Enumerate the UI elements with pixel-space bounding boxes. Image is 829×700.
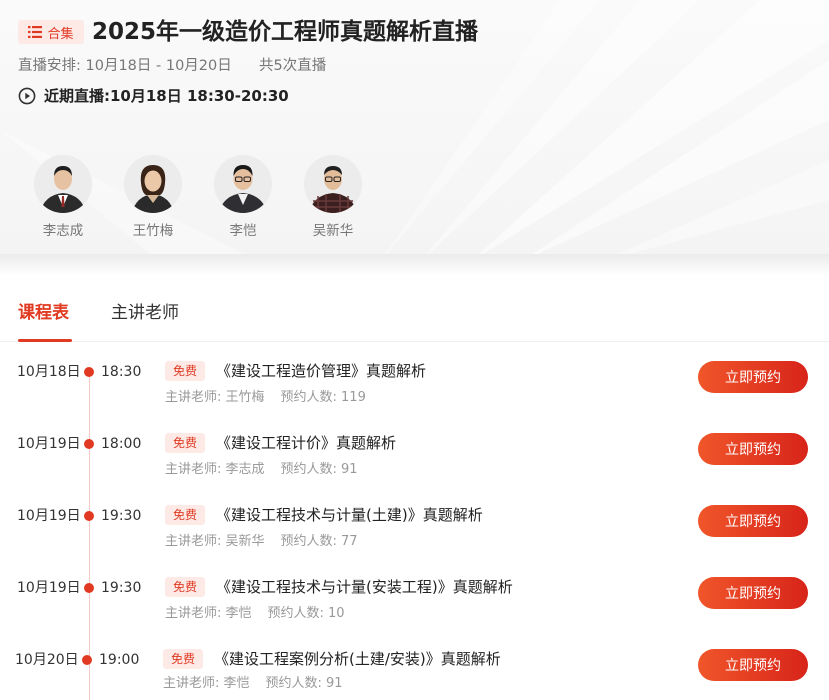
teacher-card[interactable]: 吴新华 <box>298 155 368 240</box>
timeline-dot <box>84 367 94 377</box>
teacher-name: 吴新华 <box>312 223 354 239</box>
lesson-time: 18:30 <box>101 364 142 380</box>
lesson-reservations: 预约人数: 10 <box>267 606 345 621</box>
timeline-dot <box>84 439 94 449</box>
lesson-teacher: 主讲老师: 李志成 <box>165 462 265 477</box>
reserve-button[interactable]: 立即预约 <box>698 649 808 681</box>
reserve-button[interactable]: 立即预约 <box>698 577 808 609</box>
session-count: 共5次直播 <box>258 58 327 74</box>
avatar[interactable] <box>304 155 362 213</box>
free-badge: 免费 <box>165 505 205 525</box>
page-title: 2025年一级造价工程师真题解析直播 <box>92 19 479 45</box>
lesson-time: 19:30 <box>101 580 142 596</box>
lesson-title[interactable]: 《建设工程技术与计量(安装工程)》真题解析 <box>216 577 513 597</box>
teacher-card[interactable]: 王竹梅 <box>118 155 188 240</box>
tab-bar: 课程表 主讲老师 <box>0 296 829 342</box>
lesson-meta: 主讲老师: 吴新华 预约人数: 77 <box>165 533 358 551</box>
schedule-range: 10月18日 - 10月20日 <box>85 58 232 74</box>
lesson-meta: 主讲老师: 王竹梅 预约人数: 119 <box>165 389 366 407</box>
free-badge: 免费 <box>163 649 203 669</box>
next-live-label: 近期直播: <box>44 87 110 105</box>
lesson-title[interactable]: 《建设工程技术与计量(土建)》真题解析 <box>216 505 483 525</box>
live-schedule: 直播安排: 10月18日 - 10月20日 共5次直播 <box>18 56 326 76</box>
play-circle-icon <box>18 87 36 105</box>
lesson-reservations: 预约人数: 91 <box>265 676 343 691</box>
lesson-time: 19:00 <box>99 652 140 668</box>
active-tab-indicator <box>18 339 72 342</box>
lesson-time: 18:00 <box>101 436 142 452</box>
free-badge: 免费 <box>165 577 205 597</box>
lesson-meta: 主讲老师: 李恺 预约人数: 10 <box>165 605 345 623</box>
lesson-row: 10月19日 18:00 免费 《建设工程计价》真题解析 主讲老师: 李志成 预约… <box>0 431 829 493</box>
list-icon <box>28 26 43 38</box>
lesson-teacher: 主讲老师: 吴新华 <box>165 534 265 549</box>
teacher-list: 李志成 王竹梅 李恺 吴新华 <box>28 155 388 245</box>
lesson-reservations: 预约人数: 77 <box>280 534 358 549</box>
lesson-title[interactable]: 《建设工程造价管理》真题解析 <box>216 361 426 381</box>
lesson-time: 19:30 <box>101 508 142 524</box>
lesson-title[interactable]: 《建设工程计价》真题解析 <box>216 433 396 453</box>
reserve-button[interactable]: 立即预约 <box>698 505 808 537</box>
tab-teachers[interactable]: 主讲老师 <box>111 301 179 325</box>
timeline-dot <box>84 583 94 593</box>
lesson-row: 10月19日 19:30 免费 《建设工程技术与计量(安装工程)》真题解析 主讲… <box>0 575 829 637</box>
lesson-teacher: 主讲老师: 李恺 <box>163 676 250 691</box>
lesson-teacher: 主讲老师: 李恺 <box>165 606 252 621</box>
next-live: 近期直播:10月18日 18:30-20:30 <box>18 86 289 106</box>
lesson-row: 10月18日 18:30 免费 《建设工程造价管理》真题解析 主讲老师: 王竹梅… <box>0 359 829 421</box>
avatar[interactable] <box>124 155 182 213</box>
free-badge: 免费 <box>165 361 205 381</box>
teacher-card[interactable]: 李恺 <box>208 155 278 240</box>
collection-badge-label: 合集 <box>47 26 74 42</box>
lesson-date: 10月19日 <box>17 580 81 596</box>
timeline-dot <box>84 511 94 521</box>
lesson-title[interactable]: 《建设工程案例分析(土建/安装)》真题解析 <box>214 649 501 669</box>
lesson-meta: 主讲老师: 李恺 预约人数: 91 <box>163 675 343 693</box>
tab-schedule[interactable]: 课程表 <box>18 301 69 325</box>
free-badge: 免费 <box>165 433 205 453</box>
lesson-row: 10月20日 19:00 免费 《建设工程案例分析(土建/安装)》真题解析 主讲… <box>0 647 829 700</box>
timeline-dot <box>82 655 92 665</box>
teacher-card[interactable]: 李志成 <box>28 155 98 240</box>
hero-shadow <box>0 254 829 276</box>
collection-badge: 合集 <box>18 20 84 44</box>
reserve-button[interactable]: 立即预约 <box>698 433 808 465</box>
lesson-reservations: 预约人数: 119 <box>280 390 366 405</box>
avatar[interactable] <box>214 155 272 213</box>
schedule-label: 直播安排: <box>18 58 81 74</box>
lesson-date: 10月19日 <box>17 508 81 524</box>
teacher-name: 李恺 <box>229 223 257 239</box>
lesson-date: 10月19日 <box>17 436 81 452</box>
lesson-date: 10月18日 <box>17 364 81 380</box>
lesson-reservations: 预约人数: 91 <box>280 462 358 477</box>
teacher-name: 王竹梅 <box>132 223 174 239</box>
lesson-date: 10月20日 <box>15 652 79 668</box>
avatar[interactable] <box>34 155 92 213</box>
lesson-teacher: 主讲老师: 王竹梅 <box>165 390 265 405</box>
next-live-time: 10月18日 18:30-20:30 <box>110 87 289 105</box>
reserve-button[interactable]: 立即预约 <box>698 361 808 393</box>
teacher-name: 李志成 <box>42 223 84 239</box>
lesson-row: 10月19日 19:30 免费 《建设工程技术与计量(土建)》真题解析 主讲老师… <box>0 503 829 565</box>
lesson-meta: 主讲老师: 李志成 预约人数: 91 <box>165 461 358 479</box>
